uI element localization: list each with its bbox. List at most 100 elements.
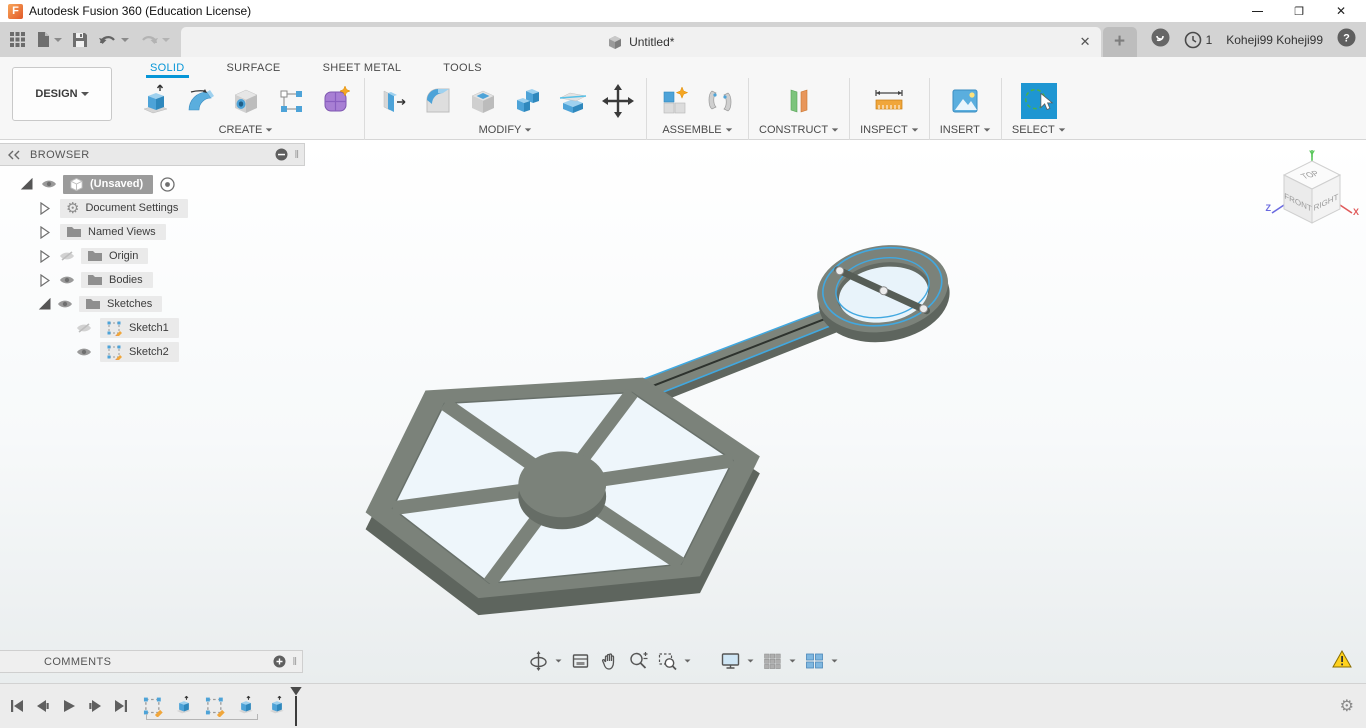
zoom-icon[interactable]: [628, 650, 650, 672]
expanded-triangle-icon[interactable]: [18, 177, 34, 191]
press-pull-icon[interactable]: [375, 82, 411, 120]
undo-history-caret[interactable]: [121, 37, 129, 42]
tree-row-document-settings[interactable]: ⚙ Document Settings: [0, 196, 305, 220]
display-settings-caret[interactable]: [747, 659, 754, 663]
collapsed-triangle-icon[interactable]: [36, 273, 52, 287]
restore-button[interactable]: [1278, 1, 1320, 21]
undo-button[interactable]: [95, 30, 132, 50]
display-settings-icon[interactable]: [720, 650, 755, 672]
tab-sheet-metal[interactable]: SHEET METAL: [319, 62, 406, 78]
named-views-item[interactable]: Named Views: [60, 224, 166, 240]
group-create-menu[interactable]: CREATE: [219, 124, 274, 136]
viewports-caret[interactable]: [831, 659, 838, 663]
extensions-icon[interactable]: [1151, 28, 1170, 52]
tree-row-bodies[interactable]: Bodies: [0, 268, 305, 292]
redo-button[interactable]: [136, 30, 173, 50]
group-construct-menu[interactable]: CONSTRUCT: [759, 124, 839, 136]
minimize-button[interactable]: [1236, 1, 1278, 21]
warning-icon[interactable]: [1332, 649, 1352, 673]
document-tab[interactable]: Untitled* ✕: [181, 27, 1101, 57]
group-insert-menu[interactable]: INSERT: [940, 124, 991, 136]
orbit-caret[interactable]: [555, 659, 562, 663]
add-comment-icon[interactable]: [273, 655, 286, 668]
tab-surface[interactable]: SURFACE: [223, 62, 285, 78]
tab-solid[interactable]: SOLID: [146, 62, 189, 78]
create-form-icon[interactable]: [318, 82, 354, 120]
combine-icon[interactable]: [510, 82, 546, 120]
pan-icon[interactable]: [599, 650, 621, 672]
eye-icon[interactable]: [76, 347, 92, 357]
collapsed-triangle-icon[interactable]: [36, 249, 52, 263]
collapsed-triangle-icon[interactable]: [36, 225, 52, 239]
step-forward-icon[interactable]: [88, 699, 102, 713]
expanded-triangle-icon[interactable]: [36, 297, 52, 311]
split-body-icon[interactable]: [555, 82, 591, 120]
new-component-icon[interactable]: [657, 82, 693, 120]
insert-image-icon[interactable]: [947, 82, 983, 120]
user-account-name[interactable]: Koheji99 Koheji99: [1226, 33, 1323, 47]
group-assemble-menu[interactable]: ASSEMBLE: [662, 124, 732, 136]
job-status[interactable]: 1: [1184, 31, 1212, 49]
look-at-icon[interactable]: [570, 650, 592, 672]
shell-icon[interactable]: [465, 82, 501, 120]
file-menu-button[interactable]: [33, 29, 65, 50]
revolve-icon[interactable]: [183, 82, 219, 120]
create-sketch-icon[interactable]: [273, 82, 309, 120]
workspace-switcher[interactable]: DESIGN: [12, 67, 112, 121]
play-icon[interactable]: [62, 699, 76, 713]
collapse-panel-icon[interactable]: [8, 150, 20, 160]
sketches-item[interactable]: Sketches: [79, 296, 163, 312]
tree-row-named-views[interactable]: Named Views: [0, 220, 305, 244]
close-tab-icon[interactable]: ✕: [1080, 34, 1091, 50]
sketch1-item[interactable]: Sketch1: [100, 318, 179, 338]
timeline-extrude3-feature[interactable]: [266, 695, 288, 722]
root-component[interactable]: (Unsaved): [63, 174, 154, 194]
hole-icon[interactable]: [228, 82, 264, 120]
timeline-playhead[interactable]: [290, 686, 302, 726]
group-modify-menu[interactable]: MODIFY: [479, 124, 533, 136]
tree-row-sketch1[interactable]: Sketch1: [0, 316, 305, 340]
fillet-icon[interactable]: [420, 82, 456, 120]
origin-item[interactable]: Origin: [81, 248, 149, 264]
measure-icon[interactable]: [871, 82, 907, 120]
eye-icon[interactable]: [57, 299, 73, 309]
help-icon[interactable]: ?: [1337, 28, 1356, 52]
close-button[interactable]: [1320, 1, 1362, 21]
panel-drag-handle[interactable]: ‖: [294, 149, 298, 161]
go-to-start-icon[interactable]: [10, 699, 24, 713]
move-copy-icon[interactable]: [600, 82, 636, 120]
save-button[interactable]: [69, 30, 91, 50]
eye-off-icon[interactable]: [76, 322, 92, 334]
go-to-end-icon[interactable]: [114, 699, 128, 713]
sketch2-item[interactable]: Sketch2: [100, 342, 179, 362]
tree-row-sketches[interactable]: Sketches: [0, 292, 305, 316]
step-back-icon[interactable]: [36, 699, 50, 713]
document-settings-item[interactable]: ⚙ Document Settings: [60, 198, 189, 218]
eye-icon[interactable]: [41, 179, 57, 189]
group-inspect-menu[interactable]: INSPECT: [860, 124, 919, 136]
eye-off-icon[interactable]: [59, 250, 75, 262]
timeline-gear-icon[interactable]: ⚙: [1340, 696, 1366, 716]
select-icon[interactable]: [1020, 82, 1057, 120]
orbit-icon[interactable]: [528, 650, 563, 672]
activate-radio-icon[interactable]: [159, 176, 175, 192]
zoom-window-icon[interactable]: [657, 650, 692, 672]
grid-icon[interactable]: [762, 650, 797, 672]
grid-caret[interactable]: [789, 659, 796, 663]
joint-icon[interactable]: [702, 82, 738, 120]
zoom-window-caret[interactable]: [684, 659, 691, 663]
comments-panel[interactable]: COMMENTS ‖: [0, 650, 303, 673]
browser-header[interactable]: BROWSER ‖: [0, 143, 305, 166]
tree-row-sketch2[interactable]: Sketch2: [0, 340, 305, 364]
new-tab-button[interactable]: +: [1102, 27, 1137, 57]
tree-row-root[interactable]: (Unsaved): [0, 172, 305, 196]
app-grid-icon[interactable]: [6, 29, 29, 50]
panel-drag-handle[interactable]: ‖: [292, 656, 296, 668]
extrude-icon[interactable]: [138, 82, 174, 120]
collapsed-triangle-icon[interactable]: [36, 201, 52, 215]
viewports-icon[interactable]: [804, 650, 839, 672]
bodies-item[interactable]: Bodies: [81, 272, 153, 288]
eye-icon[interactable]: [59, 275, 75, 285]
construct-plane-icon[interactable]: [781, 82, 817, 120]
viewport[interactable]: BROWSER ‖ (Unsaved) ⚙ Document Settings …: [0, 141, 1366, 683]
